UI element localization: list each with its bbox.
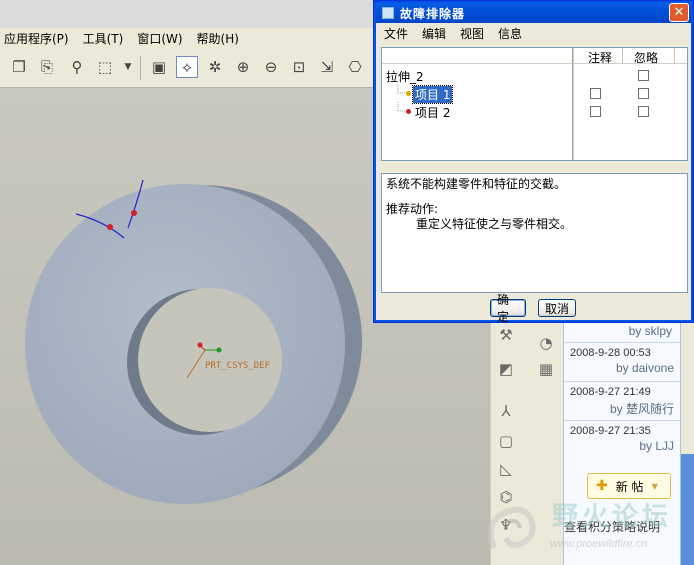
cancel-button[interactable]: 取消 <box>538 299 576 317</box>
forum-author[interactable]: by daivone <box>570 361 674 375</box>
menu-file[interactable]: 文件 <box>384 25 408 42</box>
toolbar-separator <box>140 56 141 80</box>
tree-item-label[interactable]: 项目 1 <box>411 85 454 104</box>
hole-opening <box>138 288 282 432</box>
note-checkbox[interactable] <box>590 88 601 99</box>
forum-date: 2008-9-28 00:53 <box>570 347 651 359</box>
watermark-logo-icon <box>488 506 536 550</box>
ok-button[interactable]: 确定 <box>490 293 526 324</box>
sketch-point <box>107 224 113 230</box>
zoom-out-icon[interactable]: ⊖ <box>260 56 282 78</box>
tree-root-label[interactable]: 拉伸_2 <box>386 68 424 85</box>
window-edge <box>681 322 694 454</box>
dialog-menubar: 文件 编辑 视图 信息 <box>378 23 530 43</box>
hole-tool-icon[interactable]: ⚒ <box>495 324 517 346</box>
dialog-titlebar[interactable]: 故障排除器 ✕ <box>376 3 691 23</box>
menu-tools[interactable]: 工具(T) <box>83 30 124 47</box>
column-note[interactable]: 注释 <box>588 49 612 66</box>
tree-header: 注释 忽略 <box>382 48 687 66</box>
forum-author[interactable]: by LJJ <box>570 439 674 453</box>
tree-row-item-2[interactable]: 项目 2 <box>382 102 687 120</box>
datum-display-icon[interactable]: ⟡ <box>176 56 198 78</box>
spin-center-icon[interactable]: ✲ <box>204 56 226 78</box>
forum-entry: 2008-9-28 00:53 by daivone <box>564 342 680 381</box>
pattern-tool-icon[interactable]: ▦ <box>535 358 557 380</box>
tree-item-label[interactable]: 项目 2 <box>415 104 450 121</box>
round-tool-icon[interactable]: ◔ <box>535 332 557 354</box>
watermark: 野火论坛 www.proewildfire.cn <box>480 492 694 565</box>
note-checkbox[interactable] <box>590 106 601 117</box>
column-separator <box>674 48 675 64</box>
item-tree[interactable]: 注释 忽略 拉伸_2 项目 1 项目 2 <box>381 47 688 161</box>
select-box-icon[interactable]: ⬚ <box>94 56 116 78</box>
item-status-icon <box>406 109 411 114</box>
forum-author[interactable]: by sklpy <box>564 322 680 342</box>
ignore-checkbox[interactable] <box>638 88 649 99</box>
orient-icon[interactable]: ⇲ <box>316 56 338 78</box>
item-status-icon <box>406 91 411 96</box>
zoom-in-icon[interactable]: ⊕ <box>232 56 254 78</box>
troubleshooter-dialog: 故障排除器 ✕ 文件 编辑 视图 信息 注释 忽略 拉伸_2 项目 1 项目 2… <box>373 0 694 324</box>
forum-entry: 2008-9-27 21:49 by 楚风随行 <box>564 381 680 420</box>
column-separator <box>622 48 623 64</box>
menu-applications[interactable]: 应用程序(P) <box>4 30 69 47</box>
csys-point <box>197 342 203 348</box>
forum-date: 2008-9-27 21:35 <box>570 425 651 437</box>
watermark-text: 野火论坛 <box>552 502 673 532</box>
window-icon <box>382 7 394 19</box>
tree-connector <box>397 102 408 112</box>
message-panel: 系统不能构建零件和特征的交截。 推荐动作: 重定义特征使之与零件相交。 <box>381 173 688 293</box>
menu-window[interactable]: 窗口(W) <box>137 30 182 47</box>
forum-entry: 2008-9-27 21:35 by LJJ <box>564 420 680 459</box>
sketch-point <box>131 210 137 216</box>
sketch-view-icon[interactable]: ▣ <box>148 56 170 78</box>
menu-help[interactable]: 帮助(H) <box>197 30 239 47</box>
paste-icon[interactable]: ⎘ <box>36 56 58 78</box>
tree-connector <box>397 84 408 94</box>
tree-row-root[interactable]: 拉伸_2 <box>382 66 687 84</box>
chevron-down-icon: ▼ <box>651 481 658 491</box>
tree-row-item-1[interactable]: 项目 1 <box>382 84 687 104</box>
binoculars-icon[interactable]: ⚲ <box>66 56 88 78</box>
watermark-url: www.proewildfire.cn <box>550 538 648 550</box>
recommend-body: 重定义特征使之与零件相交。 <box>416 217 573 231</box>
copy-icon[interactable]: ❐ <box>8 56 30 78</box>
cad-menubar: 应用程序(P) 工具(T) 窗口(W) 帮助(H) <box>0 28 374 48</box>
csys-label: PRT_CSYS_DEF <box>205 361 270 371</box>
forum-date: 2008-9-27 21:49 <box>570 386 651 398</box>
dropdown-arrow-icon[interactable]: ▼ <box>117 56 139 78</box>
dialog-title: 故障排除器 <box>400 6 466 21</box>
shell-tool-icon[interactable]: ▢ <box>495 430 517 452</box>
forum-author[interactable]: by 楚风随行 <box>570 400 674 417</box>
menu-view[interactable]: 视图 <box>460 25 484 42</box>
ignore-checkbox[interactable] <box>638 70 649 81</box>
refit-icon[interactable]: ⊡ <box>288 56 310 78</box>
recommend-title: 推荐动作: <box>386 202 439 216</box>
chamfer-tool-icon[interactable]: ◩ <box>495 358 517 380</box>
error-message: 系统不能构建零件和特征的交截。 <box>386 177 567 191</box>
close-button[interactable]: ✕ <box>669 3 689 22</box>
annotation-icon[interactable]: ⎔ <box>344 56 366 78</box>
csys-point <box>216 347 222 353</box>
menu-info[interactable]: 信息 <box>498 25 522 42</box>
column-ignore[interactable]: 忽略 <box>634 49 658 66</box>
rib-tool-icon[interactable]: ◺ <box>495 458 517 480</box>
ignore-checkbox[interactable] <box>638 106 649 117</box>
draft-tool-icon[interactable]: ⅄ <box>495 400 517 422</box>
menu-edit[interactable]: 编辑 <box>422 25 446 42</box>
